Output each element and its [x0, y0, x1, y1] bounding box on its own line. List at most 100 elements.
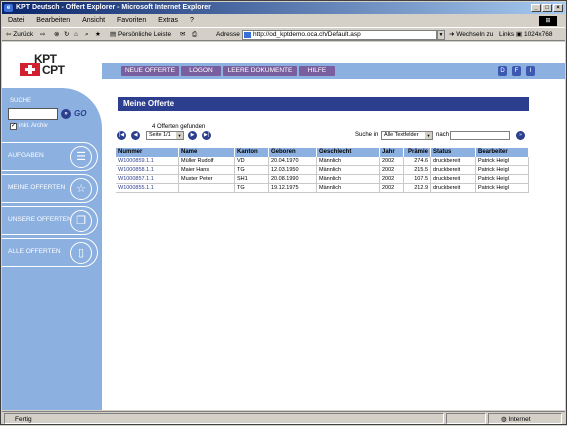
- table-row[interactable]: W1000858.1.1 Maier Hans TG 12.03.1950 Mä…: [116, 166, 529, 175]
- cell-geschlecht: Männlich: [317, 184, 380, 192]
- links-button[interactable]: Links: [499, 29, 514, 41]
- results-count: 4 Offerten gefunden: [152, 124, 206, 130]
- search-go-icon[interactable]: »: [61, 109, 71, 119]
- address-value: http://od_kptdemo.oca.ch/Default.asp: [253, 31, 361, 38]
- lang-f-button[interactable]: F: [512, 66, 521, 76]
- minimize-button[interactable]: _: [531, 4, 541, 12]
- resolution-button[interactable]: ▣ 1024x768: [516, 29, 553, 41]
- cell-praemie: 274.6: [404, 157, 431, 165]
- col-status[interactable]: Status: [431, 148, 476, 157]
- first-page-icon[interactable]: |◀: [117, 131, 126, 140]
- top-navigation: NEUE OFFERTE LOGON LEERE DOKUMENTE HILFE…: [102, 63, 565, 79]
- search-in-label: Suche in: [355, 132, 379, 138]
- sidebar-item-meine-offerten[interactable]: MEINE OFFERTEN ☆: [2, 174, 98, 203]
- col-geboren[interactable]: Geboren: [269, 148, 317, 157]
- nav-hilfe[interactable]: HILFE: [299, 66, 335, 76]
- zone-label: Internet: [508, 416, 531, 423]
- print-icon[interactable]: ⎙: [192, 29, 197, 41]
- resolution-label: 1024x768: [523, 31, 553, 38]
- back-label: Zurück: [13, 31, 34, 38]
- toolbar: ⇦ Zurück ⇨ ⊗ ↻ ⌂ ⌕ ★ ▤ Persönliche Leist…: [2, 27, 565, 41]
- windows-logo-icon: ⊞: [539, 16, 557, 26]
- sidebar-item-alle-offerten[interactable]: ALLE OFFERTEN ▯: [2, 238, 98, 267]
- cell-jahr: 2002: [380, 184, 404, 192]
- star-icon: ☆: [70, 178, 92, 200]
- home-icon[interactable]: ⌂: [74, 29, 78, 41]
- col-geschlecht[interactable]: Geschlecht: [317, 148, 380, 157]
- stop-icon[interactable]: ⊗: [54, 29, 59, 41]
- cell-kanton: TG: [235, 166, 269, 174]
- nav-logon[interactable]: LOGON: [181, 66, 221, 76]
- menu-datei[interactable]: Datei: [8, 17, 24, 24]
- cell-geschlecht: Männlich: [317, 157, 380, 165]
- menu-help[interactable]: ?: [190, 17, 194, 24]
- cell-jahr: 2002: [380, 175, 404, 183]
- search-text-input[interactable]: [450, 131, 510, 140]
- cell-praemie: 215.5: [404, 166, 431, 174]
- page-select-value: Seite 1/1: [149, 132, 171, 138]
- cell-geboren: 12.03.1950: [269, 166, 317, 174]
- status-panel-empty: [446, 413, 486, 424]
- col-jahr[interactable]: Jahr: [380, 148, 404, 157]
- forward-button[interactable]: ⇨: [40, 29, 45, 41]
- after-label: nach: [436, 132, 450, 138]
- swiss-cross-icon: [20, 63, 40, 76]
- prev-page-icon[interactable]: ◀: [131, 131, 140, 140]
- col-kanton[interactable]: Kanton: [235, 148, 269, 157]
- copy-icon: ❐: [70, 210, 92, 232]
- sidebar-item-label: AUFGABEN: [8, 152, 44, 159]
- search-input[interactable]: [8, 108, 58, 120]
- personal-bar-button[interactable]: ▤ Persönliche Leiste: [110, 29, 171, 41]
- search-icon[interactable]: ⌕: [85, 29, 89, 41]
- status-text: Fertig: [15, 416, 32, 423]
- table-row[interactable]: W1000855.1.1 TG 19.12.1975 Männlich 2002…: [116, 184, 529, 193]
- cell-nummer[interactable]: W1000857.1.1: [116, 175, 179, 183]
- search-field-select[interactable]: Alle Textfelder ▼: [381, 131, 433, 140]
- close-button[interactable]: ×: [553, 4, 563, 12]
- maximize-button[interactable]: □: [542, 4, 552, 12]
- col-praemie[interactable]: Prämie: [404, 148, 431, 157]
- kpt-logo: KPT CPT: [20, 50, 80, 80]
- nav-neue-offerte[interactable]: NEUE OFFERTE: [121, 66, 179, 76]
- back-button[interactable]: ⇦ Zurück: [6, 29, 33, 41]
- cell-status: druckbereit: [431, 157, 476, 165]
- chevron-down-icon: ▼: [176, 132, 183, 139]
- page-icon: [244, 32, 251, 38]
- search-go-label[interactable]: GO: [74, 109, 86, 118]
- cell-nummer[interactable]: W1000855.1.1: [116, 184, 179, 192]
- address-dropdown-icon[interactable]: ▼: [437, 30, 445, 40]
- lang-d-button[interactable]: D: [498, 66, 507, 76]
- col-nummer[interactable]: Nummer: [116, 148, 179, 157]
- go-button[interactable]: ➜ Wechseln zu: [449, 29, 493, 41]
- refresh-icon[interactable]: ↻: [64, 29, 69, 41]
- menu-extras[interactable]: Extras: [158, 17, 178, 24]
- next-page-icon[interactable]: ▶: [188, 131, 197, 140]
- lang-i-button[interactable]: I: [526, 66, 535, 76]
- menu-bearbeiten[interactable]: Bearbeiten: [36, 17, 70, 24]
- address-input[interactable]: http://od_kptdemo.oca.ch/Default.asp: [242, 30, 437, 40]
- menu-favoriten[interactable]: Favoriten: [117, 17, 146, 24]
- mail-icon[interactable]: ✉: [180, 29, 185, 41]
- cell-geschlecht: Männlich: [317, 166, 380, 174]
- zone-panel: ◍ Internet: [488, 413, 562, 424]
- col-name[interactable]: Name: [179, 148, 235, 157]
- sidebar-item-label: UNSERE OFFERTEN: [8, 216, 72, 223]
- cell-jahr: 2002: [380, 166, 404, 174]
- cell-kanton: TG: [235, 184, 269, 192]
- page-select[interactable]: Seite 1/1 ▼: [146, 131, 184, 140]
- table-row[interactable]: W1000859.1.1 Müller Rudolf VD 20.04.1970…: [116, 157, 529, 166]
- favorites-icon[interactable]: ★: [95, 29, 101, 41]
- cell-nummer[interactable]: W1000858.1.1: [116, 166, 179, 174]
- sidebar-item-aufgaben[interactable]: AUFGABEN ☰: [2, 142, 98, 171]
- cell-name: [179, 184, 235, 192]
- archive-checkbox[interactable]: ✓: [10, 123, 17, 130]
- last-page-icon[interactable]: ▶|: [202, 131, 211, 140]
- menu-ansicht[interactable]: Ansicht: [82, 17, 105, 24]
- sidebar-item-unsere-offerten[interactable]: UNSERE OFFERTEN ❐: [2, 206, 98, 235]
- col-bearbeiter[interactable]: Bearbeiter: [476, 148, 529, 157]
- table-row[interactable]: W1000857.1.1 Muster Peter SH1 20.08.1990…: [116, 175, 529, 184]
- nav-leere-dokumente[interactable]: LEERE DOKUMENTE: [223, 66, 297, 76]
- table-search-go-icon[interactable]: »: [516, 131, 525, 140]
- cell-bearbeiter: Patrick Heigl: [476, 157, 529, 165]
- cell-nummer[interactable]: W1000859.1.1: [116, 157, 179, 165]
